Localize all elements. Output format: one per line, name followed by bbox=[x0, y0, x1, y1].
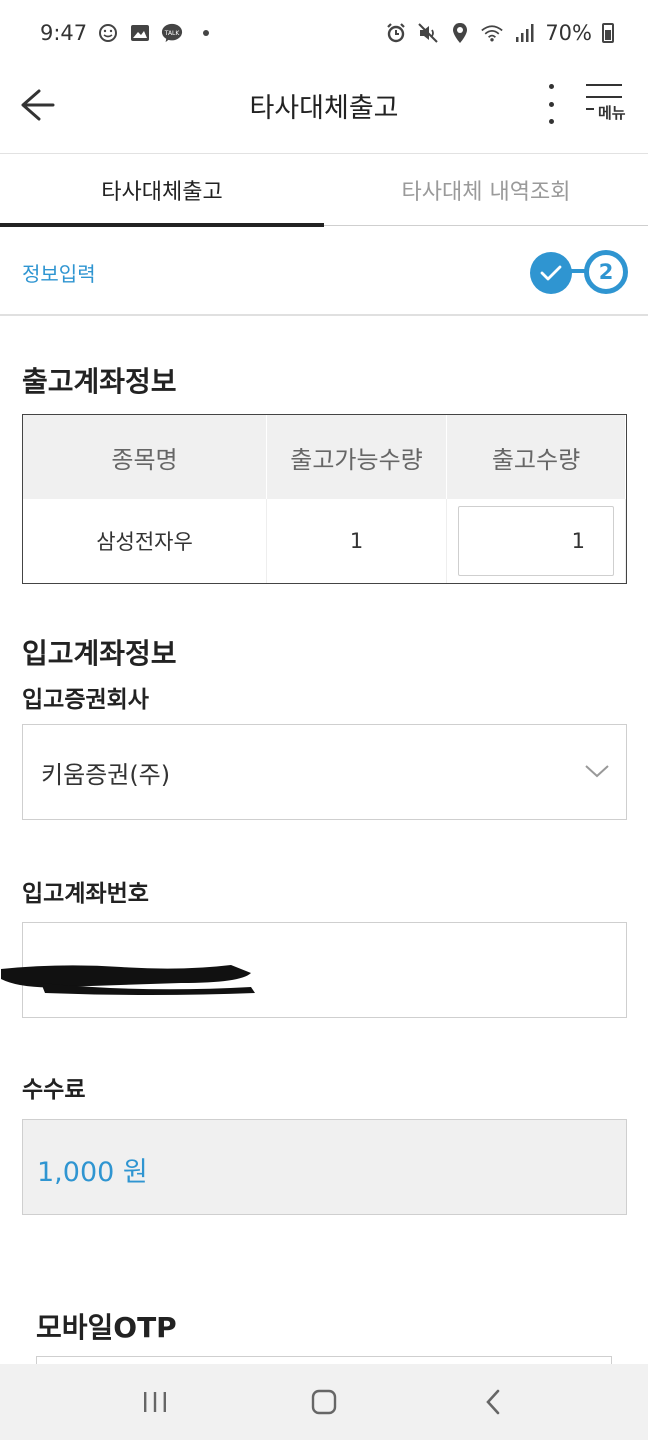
menu-label: 메뉴 bbox=[598, 104, 626, 122]
broker-select[interactable]: 키움증권(주) bbox=[22, 724, 627, 820]
tab-transfer-out[interactable]: 타사대체출고 bbox=[0, 154, 324, 227]
redacted-account-mark bbox=[1, 965, 255, 995]
otp-title: 모바일OTP bbox=[36, 1311, 177, 1344]
more-dot-icon bbox=[548, 84, 554, 89]
column-header-quantity: 출고수량 bbox=[447, 415, 626, 499]
home-icon bbox=[311, 1389, 337, 1415]
smile-icon bbox=[97, 22, 119, 44]
back-nav-button[interactable] bbox=[463, 1372, 523, 1432]
menu-button[interactable]: 메뉴 bbox=[584, 80, 634, 130]
available-quantity-cell: 1 bbox=[267, 499, 447, 583]
column-header-name: 종목명 bbox=[23, 415, 267, 499]
more-dot-icon bbox=[548, 119, 554, 124]
step-label: 정보입력 bbox=[22, 262, 96, 286]
app-header: 타사대체출고 메뉴 bbox=[0, 66, 648, 154]
table-row: 삼성전자우 1 1 bbox=[23, 499, 626, 583]
broker-label: 입고증권회사 bbox=[22, 687, 149, 713]
broker-selected-value: 키움증권(주) bbox=[41, 761, 171, 789]
location-icon bbox=[449, 22, 471, 44]
deposit-section-title: 입고계좌정보 bbox=[22, 637, 177, 670]
home-button[interactable] bbox=[294, 1372, 354, 1432]
back-arrow-icon bbox=[21, 89, 55, 121]
quantity-input[interactable]: 1 bbox=[458, 506, 614, 576]
clock-text: 9:47 bbox=[40, 21, 88, 45]
step-current-number: 2 bbox=[584, 250, 628, 294]
alarm-icon bbox=[385, 22, 407, 44]
step-complete-check-icon bbox=[530, 252, 572, 294]
stock-name-cell: 삼성전자우 bbox=[23, 499, 267, 583]
system-nav-bar bbox=[0, 1364, 648, 1440]
mute-icon bbox=[417, 22, 439, 44]
signal-icon bbox=[513, 22, 535, 44]
status-bar: 9:47 TALK 70% bbox=[0, 0, 648, 66]
back-button[interactable] bbox=[14, 82, 60, 128]
fee-value: 1,000 원 bbox=[37, 1157, 148, 1188]
status-left: 9:47 TALK bbox=[40, 21, 210, 45]
withdraw-table: 종목명 출고가능수량 출고수량 삼성전자우 1 1 bbox=[22, 414, 627, 584]
battery-percent: 70% bbox=[545, 21, 592, 45]
talk-icon: TALK bbox=[161, 22, 183, 44]
step-indicator: 정보입력 2 bbox=[0, 226, 648, 316]
fee-label: 수수료 bbox=[22, 1077, 86, 1103]
status-right: 70% bbox=[385, 21, 614, 45]
withdraw-section-title: 출고계좌정보 bbox=[22, 365, 177, 398]
tab-transfer-history[interactable]: 타사대체 내역조회 bbox=[324, 154, 648, 226]
recent-apps-icon bbox=[143, 1392, 166, 1412]
account-number-input[interactable] bbox=[1, 922, 627, 1018]
more-dot-icon bbox=[548, 101, 554, 107]
table-header-row: 종목명 출고가능수량 출고수량 bbox=[23, 415, 626, 499]
tab-bar: 타사대체출고 타사대체 내역조회 bbox=[0, 154, 648, 227]
fee-display: 1,000 원 bbox=[22, 1119, 627, 1215]
account-number-label: 입고계좌번호 bbox=[22, 881, 149, 907]
image-icon bbox=[129, 22, 151, 44]
battery-icon bbox=[602, 23, 614, 43]
recent-apps-button[interactable] bbox=[125, 1372, 185, 1432]
wifi-icon bbox=[481, 22, 504, 44]
dot-icon bbox=[203, 30, 210, 36]
quantity-cell: 1 bbox=[447, 499, 626, 583]
more-options-button[interactable] bbox=[538, 84, 564, 124]
talk-badge-text: TALK bbox=[164, 30, 181, 37]
back-chevron-icon bbox=[486, 1389, 500, 1415]
chevron-down-icon bbox=[585, 765, 609, 778]
column-header-available: 출고가능수량 bbox=[267, 415, 447, 499]
